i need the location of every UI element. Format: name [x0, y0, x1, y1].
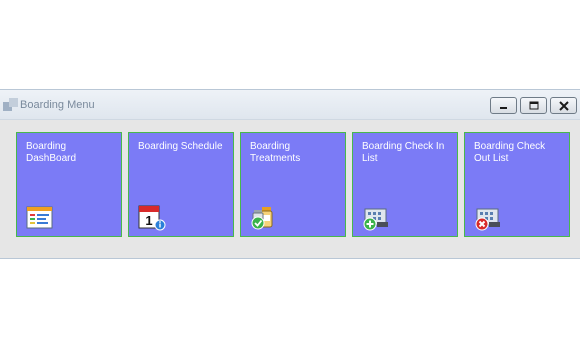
tile-label: Boarding Treatments [250, 141, 301, 164]
building-remove-icon [475, 208, 500, 231]
calendar-info-icon: 1 [138, 205, 166, 231]
window-controls [487, 97, 577, 114]
tile-boarding-dashboard[interactable]: Boarding DashBoard [16, 132, 122, 237]
restore-icon [529, 101, 538, 110]
tile-label: Boarding Check In List [362, 141, 445, 164]
app-window-icon [3, 98, 18, 111]
tile-boarding-check-in-list[interactable]: Boarding Check In List [352, 132, 458, 237]
dashboard-report-icon [26, 206, 53, 229]
close-icon [558, 100, 569, 111]
window-title: Boarding Menu [20, 99, 95, 111]
tile-label: Boarding Check Out List [474, 141, 546, 164]
tile-label: Boarding DashBoard [26, 141, 77, 164]
tile-boarding-schedule[interactable]: Boarding Schedule 1 [128, 132, 234, 237]
close-button[interactable] [550, 97, 577, 114]
building-add-icon [363, 208, 388, 231]
tile-boarding-treatments[interactable]: Boarding Treatments [240, 132, 346, 237]
tile-label: Boarding Schedule [138, 141, 223, 152]
minimize-icon [499, 106, 507, 109]
restore-button[interactable] [520, 97, 547, 114]
boarding-tiles: Boarding DashBoard Boarding Schedule 1 B… [16, 132, 570, 237]
medication-check-icon [251, 207, 273, 230]
svg-text:1: 1 [145, 213, 152, 228]
title-bar[interactable]: Boarding Menu [0, 90, 580, 120]
minimize-button[interactable] [490, 97, 517, 114]
boarding-menu-window: Boarding Menu Boarding DashBoard Boardin… [0, 89, 580, 259]
tile-boarding-check-out-list[interactable]: Boarding Check Out List [464, 132, 570, 237]
